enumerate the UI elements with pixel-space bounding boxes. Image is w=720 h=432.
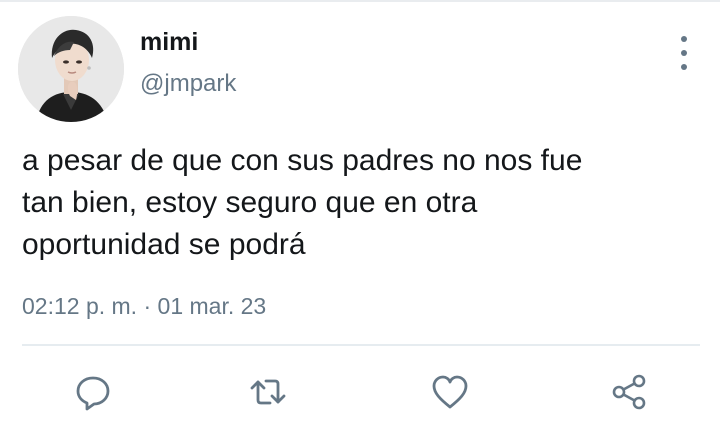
avatar[interactable] [18, 16, 124, 122]
more-options-button[interactable] [672, 36, 696, 70]
reply-button[interactable] [71, 370, 115, 414]
action-bar [0, 370, 720, 420]
retweet-icon [250, 379, 286, 405]
actions-divider [22, 344, 700, 346]
share-button[interactable] [607, 370, 651, 414]
more-dot-icon [681, 50, 687, 56]
more-dot-icon [681, 64, 687, 70]
reply-icon [76, 376, 110, 411]
tweet-text: a pesar de que con sus padres no nos fue… [22, 144, 583, 261]
retweet-button[interactable] [246, 370, 290, 414]
share-icon [612, 374, 646, 410]
tweet-date: 01 mar. 23 [157, 293, 267, 319]
more-dot-icon [681, 36, 687, 42]
display-name[interactable]: mimi [140, 26, 236, 58]
meta-separator: · [143, 293, 152, 319]
tweet-card: mimi @jmpark a pesar de que con sus padr… [0, 0, 720, 432]
tweet-header: mimi @jmpark [18, 16, 702, 122]
tweet-time: 02:12 p. m. [22, 293, 138, 319]
profile-photo-icon [18, 16, 124, 122]
tweet-timestamp: 02:12 p. m. · 01 mar. 23 [22, 290, 266, 322]
heart-icon [432, 375, 468, 409]
user-info: mimi @jmpark [140, 26, 236, 100]
user-handle[interactable]: @jmpark [140, 68, 236, 100]
like-button[interactable] [428, 370, 472, 414]
